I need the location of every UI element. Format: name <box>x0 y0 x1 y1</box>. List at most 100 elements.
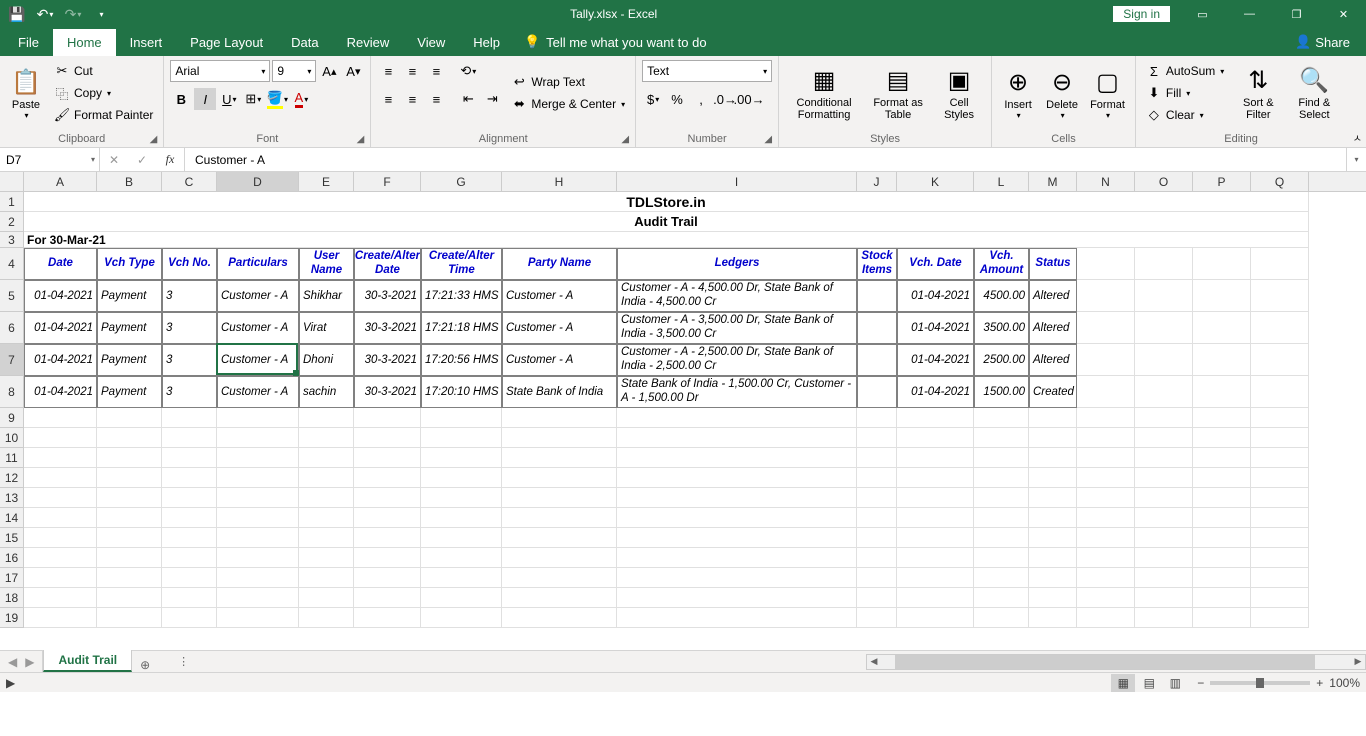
cell[interactable] <box>1135 608 1193 628</box>
cell[interactable] <box>1029 568 1077 588</box>
cell[interactable] <box>97 528 162 548</box>
column-headers[interactable]: ABCDEFGHIJKLMNOPQ <box>24 172 1366 192</box>
zoom-level[interactable]: 100% <box>1329 676 1360 690</box>
cell[interactable]: 30-3-2021 <box>354 280 421 312</box>
tab-help[interactable]: Help <box>459 29 514 56</box>
cell[interactable]: Vch Type <box>97 248 162 280</box>
col-header-F[interactable]: F <box>354 172 421 191</box>
cell[interactable] <box>24 468 97 488</box>
cell[interactable] <box>857 468 897 488</box>
cell[interactable] <box>354 428 421 448</box>
cell[interactable] <box>421 528 502 548</box>
cell[interactable]: Create/Alter Time <box>421 248 502 280</box>
cell[interactable] <box>97 508 162 528</box>
cell[interactable] <box>897 428 974 448</box>
fx-icon[interactable]: fx <box>156 148 184 171</box>
cell[interactable] <box>617 588 857 608</box>
align-top-icon[interactable]: ≡ <box>377 60 399 82</box>
cell[interactable] <box>162 408 217 428</box>
cell[interactable] <box>1077 376 1135 408</box>
select-all-corner[interactable] <box>0 172 24 192</box>
copy-button[interactable]: ⿻Copy ▾ <box>50 83 157 103</box>
minimize-icon[interactable]: — <box>1227 0 1272 28</box>
cell[interactable] <box>617 528 857 548</box>
cell[interactable] <box>97 568 162 588</box>
cell[interactable]: Altered <box>1029 312 1077 344</box>
cell[interactable] <box>299 528 354 548</box>
cell[interactable]: 01-04-2021 <box>897 344 974 376</box>
cell[interactable] <box>857 548 897 568</box>
cell[interactable] <box>974 448 1029 468</box>
cell[interactable] <box>857 344 897 376</box>
restore-icon[interactable]: ❐ <box>1274 0 1319 28</box>
cell[interactable] <box>217 428 299 448</box>
tab-home[interactable]: Home <box>53 29 116 56</box>
cell[interactable] <box>857 312 897 344</box>
cell[interactable] <box>217 488 299 508</box>
cell[interactable] <box>897 488 974 508</box>
cell[interactable] <box>1029 448 1077 468</box>
cell[interactable] <box>617 468 857 488</box>
row-header-10[interactable]: 10 <box>0 428 23 448</box>
cell[interactable] <box>1077 280 1135 312</box>
cell[interactable] <box>974 428 1029 448</box>
cell[interactable] <box>502 448 617 468</box>
autosum-button[interactable]: ΣAutoSum ▾ <box>1142 61 1228 81</box>
cell[interactable]: Payment <box>97 280 162 312</box>
cell[interactable] <box>1193 568 1251 588</box>
format-cells-button[interactable]: ▢Format▾ <box>1086 60 1129 126</box>
cell[interactable] <box>1193 528 1251 548</box>
decrease-decimal-icon[interactable]: .00→ <box>738 88 760 110</box>
cell[interactable]: 1500.00 <box>974 376 1029 408</box>
format-painter-button[interactable]: 🖌Format Painter <box>50 105 157 125</box>
italic-button[interactable]: I <box>194 88 216 110</box>
cell[interactable] <box>897 568 974 588</box>
cell[interactable] <box>502 508 617 528</box>
row-headers[interactable]: 12345678910111213141516171819 <box>0 192 24 628</box>
cell[interactable] <box>162 488 217 508</box>
cell[interactable] <box>502 468 617 488</box>
col-header-C[interactable]: C <box>162 172 217 191</box>
cell[interactable] <box>1193 588 1251 608</box>
undo-icon[interactable]: ↶▾ <box>32 2 58 26</box>
merge-center-button[interactable]: ⬌Merge & Center ▾ <box>507 94 629 114</box>
cell[interactable] <box>1251 468 1309 488</box>
cell[interactable]: Customer - A <box>502 280 617 312</box>
zoom-out-icon[interactable]: − <box>1197 676 1204 690</box>
cell[interactable] <box>24 428 97 448</box>
cell[interactable] <box>1193 376 1251 408</box>
row-header-5[interactable]: 5 <box>0 280 23 312</box>
enter-formula-icon[interactable]: ✓ <box>128 148 156 171</box>
cell[interactable] <box>617 508 857 528</box>
cell[interactable] <box>24 448 97 468</box>
cell[interactable] <box>1077 548 1135 568</box>
cell[interactable]: Ledgers <box>617 248 857 280</box>
cell[interactable]: Party Name <box>502 248 617 280</box>
share-button[interactable]: 👤 Share <box>1279 28 1366 56</box>
cell[interactable] <box>1077 448 1135 468</box>
col-header-Q[interactable]: Q <box>1251 172 1309 191</box>
cell[interactable] <box>421 608 502 628</box>
col-header-P[interactable]: P <box>1193 172 1251 191</box>
cell[interactable]: 01-04-2021 <box>24 376 97 408</box>
cell[interactable] <box>1077 528 1135 548</box>
paste-button[interactable]: 📋 Paste ▾ <box>6 60 46 126</box>
cell[interactable] <box>1135 468 1193 488</box>
cell[interactable]: 3 <box>162 344 217 376</box>
cell[interactable] <box>1251 376 1309 408</box>
cell[interactable] <box>974 468 1029 488</box>
cell[interactable] <box>162 468 217 488</box>
col-header-B[interactable]: B <box>97 172 162 191</box>
cell[interactable]: 3 <box>162 280 217 312</box>
cell[interactable] <box>421 568 502 588</box>
redo-icon[interactable]: ↷▾ <box>60 2 86 26</box>
cell[interactable] <box>897 508 974 528</box>
cell[interactable] <box>97 488 162 508</box>
cell[interactable]: User Name <box>299 248 354 280</box>
sheet-tab-active[interactable]: Audit Trail <box>43 650 132 672</box>
cell[interactable] <box>1135 376 1193 408</box>
cell[interactable] <box>299 448 354 468</box>
cell[interactable] <box>421 488 502 508</box>
cell[interactable] <box>421 428 502 448</box>
page-break-view-icon[interactable]: ▥ <box>1163 674 1187 692</box>
